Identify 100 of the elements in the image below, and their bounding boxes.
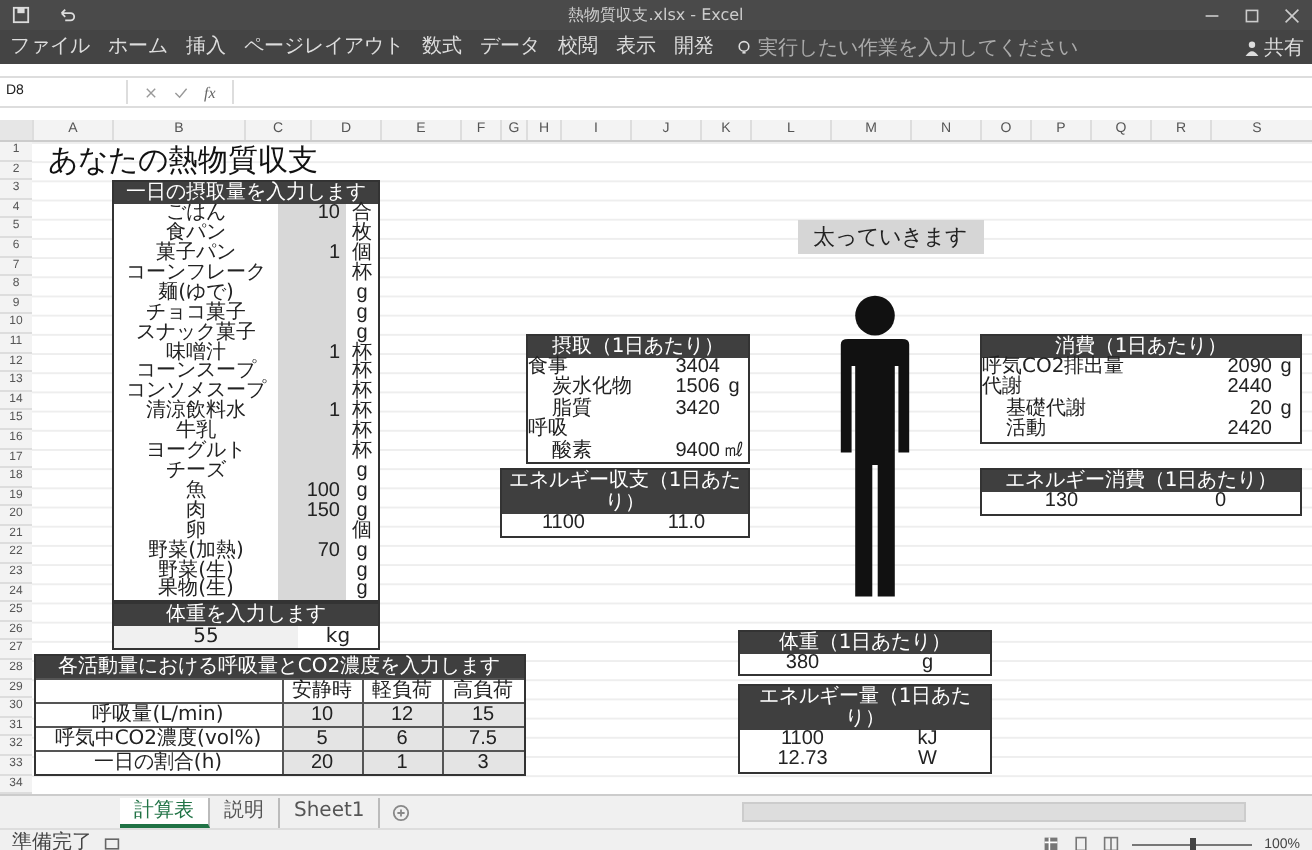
food-label: ごはん [164, 204, 228, 225]
food-label: 食パン [166, 224, 226, 244]
food-label: コーンスープ [134, 362, 257, 383]
amount-cell[interactable]: 1 [278, 402, 346, 423]
unit-label: g [354, 561, 370, 581]
row-label: 一日の割合(h) [35, 750, 283, 775]
value-cell-text: 9400 [673, 441, 720, 463]
unit-label: kJ [915, 729, 940, 750]
food-label: 味噌汁 [164, 343, 228, 363]
unit-label: g [1278, 357, 1294, 379]
weight-cell[interactable]: 55 [114, 626, 298, 649]
normal-view-icon[interactable] [1042, 836, 1061, 850]
amount-cell[interactable] [278, 580, 346, 601]
value-cell-text: 2090 [1225, 357, 1272, 378]
food-label: 野菜(生) [156, 561, 236, 581]
zoom-thumb[interactable] [1190, 837, 1197, 850]
value-cell[interactable]: 1 [363, 750, 443, 775]
ribbon-tab[interactable]: 表示 [614, 35, 658, 59]
value-cell-text: 2420 [1225, 420, 1272, 442]
add-sheet-icon[interactable] [392, 803, 411, 821]
row-label: 活動 [1004, 420, 1048, 442]
row-label: 呼気CO2排出量 [982, 357, 1127, 378]
food-label: 卵 [186, 521, 206, 542]
row-label: 呼吸 [528, 420, 568, 441]
unit-label: 11.0 [665, 514, 708, 536]
table-header: 体重を入力します [114, 604, 378, 627]
row-label: 呼気中CO2濃度(vol%) [35, 726, 283, 751]
enter-icon[interactable] [174, 85, 188, 99]
status-text: 準備完了 [12, 832, 92, 850]
undo-icon[interactable] [58, 6, 76, 24]
person-icon [1244, 39, 1260, 55]
unit-label: g [356, 501, 368, 522]
table-header: 摂取（1日あたり） [528, 335, 748, 358]
unit-label: 枚 [350, 224, 374, 244]
value-cell-text: 130 [1042, 492, 1081, 514]
amount-cell[interactable]: 70 [278, 541, 346, 561]
row-label: 呼吸量(L/min) [35, 702, 283, 727]
table-header: エネルギー収支（1日あたり） [502, 470, 748, 515]
unit-label: 杯 [350, 362, 374, 383]
unit-label: 杯 [350, 343, 374, 363]
value-cell[interactable]: 5 [283, 726, 363, 751]
macro-icon[interactable] [104, 836, 120, 850]
save-icon[interactable] [12, 6, 30, 24]
unit-label: g [919, 653, 934, 675]
value-cell[interactable]: 10 [283, 702, 363, 727]
amount-cell[interactable]: 1 [278, 244, 346, 264]
food-label: 肉 [184, 501, 208, 522]
value-cell[interactable]: 7.5 [443, 726, 523, 751]
table-header: 消費（1日あたり） [982, 335, 1300, 358]
value-cell[interactable]: 20 [283, 750, 363, 775]
share-button[interactable]: 共有 [1244, 33, 1304, 61]
cancel-icon[interactable] [144, 85, 158, 99]
horizontal-scrollbar[interactable] [742, 802, 1247, 822]
row-label: 代謝 [982, 378, 1022, 399]
sheet-tab[interactable]: 計算表 [120, 797, 210, 827]
table-header: 体重（1日あたり） [740, 631, 990, 654]
unit-label: 杯 [350, 263, 374, 284]
unit-label: g [356, 323, 368, 344]
lightbulb-icon [736, 39, 752, 55]
maximize-icon[interactable] [1244, 7, 1260, 23]
amount-cell[interactable]: 1 [278, 343, 346, 363]
food-label: 果物(生) [156, 580, 236, 601]
page-break-icon[interactable] [1102, 836, 1121, 850]
close-icon[interactable] [1284, 7, 1300, 23]
row-label: 炭水化物 [550, 378, 634, 399]
food-label: チーズ [164, 461, 228, 482]
value-cell[interactable]: 3 [443, 750, 523, 775]
value-cell[interactable]: 6 [363, 726, 443, 751]
insert-function-button[interactable]: fx [204, 83, 216, 101]
unit-label: 杯 [350, 402, 374, 423]
unit-label: g [354, 283, 370, 304]
food-label: 麺(ゆで) [156, 283, 234, 304]
table-header: エネルギー量（1日あたり） [740, 685, 990, 730]
ribbon-tab[interactable]: データ [478, 35, 542, 59]
ribbon-tab[interactable]: 挿入 [184, 35, 228, 59]
tell-me-field[interactable]: 実行したい作業を入力してください [736, 33, 1078, 61]
ribbon-tab[interactable]: ファイル [8, 35, 92, 59]
unit-label: g [354, 580, 370, 601]
food-label: ヨーグルト [144, 442, 248, 462]
food-label: スナック菓子 [134, 323, 258, 344]
table-header: 各活動量における呼吸量とCO2濃度を入力します [35, 656, 523, 679]
ribbon-tab[interactable]: ホーム [106, 35, 170, 59]
amount-cell[interactable]: 100 [278, 481, 346, 502]
amount-cell[interactable]: 150 [278, 501, 346, 522]
value-cell-text: 12.73 [775, 750, 830, 772]
value-cell-text: 1506 [673, 378, 720, 400]
ribbon-tab[interactable]: 開発 [672, 35, 716, 59]
unit-label: g [1278, 399, 1294, 421]
ribbon-tab[interactable]: 校閲 [556, 35, 600, 59]
value-cell[interactable]: 12 [363, 702, 443, 727]
page-layout-icon[interactable] [1072, 836, 1091, 850]
amount-cell[interactable]: 10 [278, 204, 346, 225]
ribbon-tab[interactable]: ページレイアウト [242, 35, 406, 59]
ribbon-tab[interactable]: 数式 [420, 35, 464, 59]
unit-label: g [354, 461, 370, 482]
table-header: エネルギー消費（1日あたり） [982, 470, 1300, 493]
value-cell-text: 2440 [1225, 378, 1272, 400]
row-label: 脂質 [552, 399, 594, 420]
unit-label: g [726, 378, 742, 400]
value-cell[interactable]: 15 [443, 702, 523, 727]
